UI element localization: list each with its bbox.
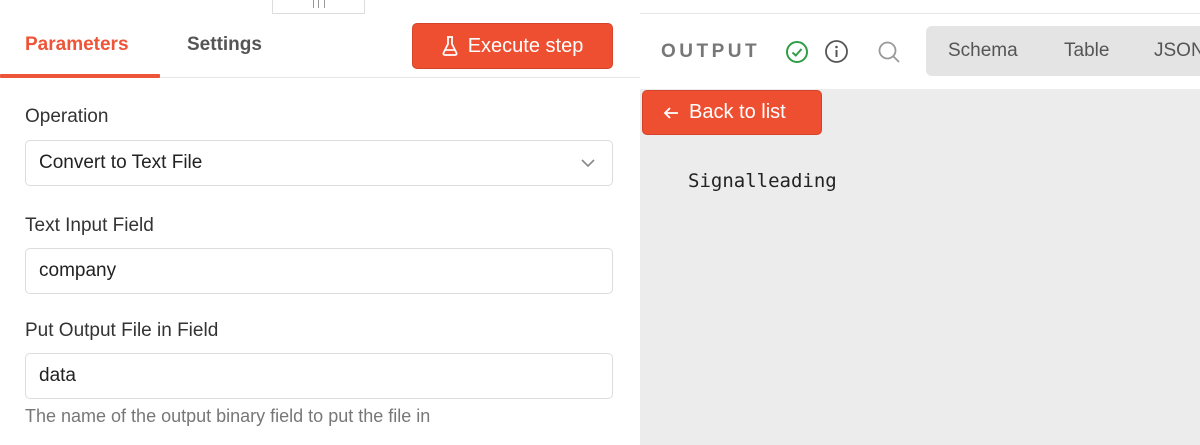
back-to-list-label: Back to list — [689, 101, 786, 123]
output-header: OUTPUT Schema Table JSON — [640, 14, 1200, 89]
text-input-field-label: Text Input Field — [25, 215, 154, 236]
tab-settings[interactable]: Settings — [187, 34, 262, 56]
output-field-input[interactable]: data — [25, 353, 613, 399]
back-to-list-button[interactable]: Back to list — [642, 90, 822, 135]
active-tab-indicator — [0, 74, 160, 78]
operation-value: Convert to Text File — [39, 152, 203, 173]
panel-tabbar: Parameters Settings Execute step — [0, 14, 640, 78]
tab-parameters[interactable]: Parameters — [25, 34, 129, 56]
panel-drag-tab[interactable] — [272, 0, 365, 14]
output-field-helper: The name of the output binary field to p… — [25, 406, 431, 426]
flask-icon — [442, 36, 458, 56]
execute-step-label: Execute step — [467, 34, 584, 57]
output-field-label: Put Output File in Field — [25, 320, 219, 341]
execute-step-button[interactable]: Execute step — [412, 23, 613, 69]
output-panel: OUTPUT Schema Table JSON Back to list Si… — [640, 0, 1200, 445]
tab-table[interactable]: Table — [1064, 40, 1109, 62]
tab-json[interactable]: JSON — [1154, 40, 1200, 62]
output-view-tabs: Schema Table JSON — [926, 26, 1200, 76]
output-title: OUTPUT — [661, 41, 761, 62]
text-input-field-value: company — [39, 260, 117, 281]
info-icon[interactable] — [824, 39, 849, 64]
output-field-value: data — [39, 365, 76, 386]
operation-select[interactable]: Convert to Text File — [25, 140, 613, 186]
operation-label: Operation — [25, 106, 109, 127]
arrow-left-icon — [663, 106, 678, 119]
output-top-strip — [640, 0, 1200, 14]
drag-handle-icon[interactable] — [313, 0, 325, 8]
chevron-down-icon — [581, 159, 595, 168]
tab-schema[interactable]: Schema — [948, 40, 1018, 62]
search-icon[interactable] — [877, 40, 901, 64]
check-circle-icon — [786, 41, 808, 63]
parameters-panel: Parameters Settings Execute step Operati… — [0, 0, 640, 445]
file-content-text: Signalleading — [688, 170, 837, 192]
text-input-field[interactable]: company — [25, 248, 613, 294]
